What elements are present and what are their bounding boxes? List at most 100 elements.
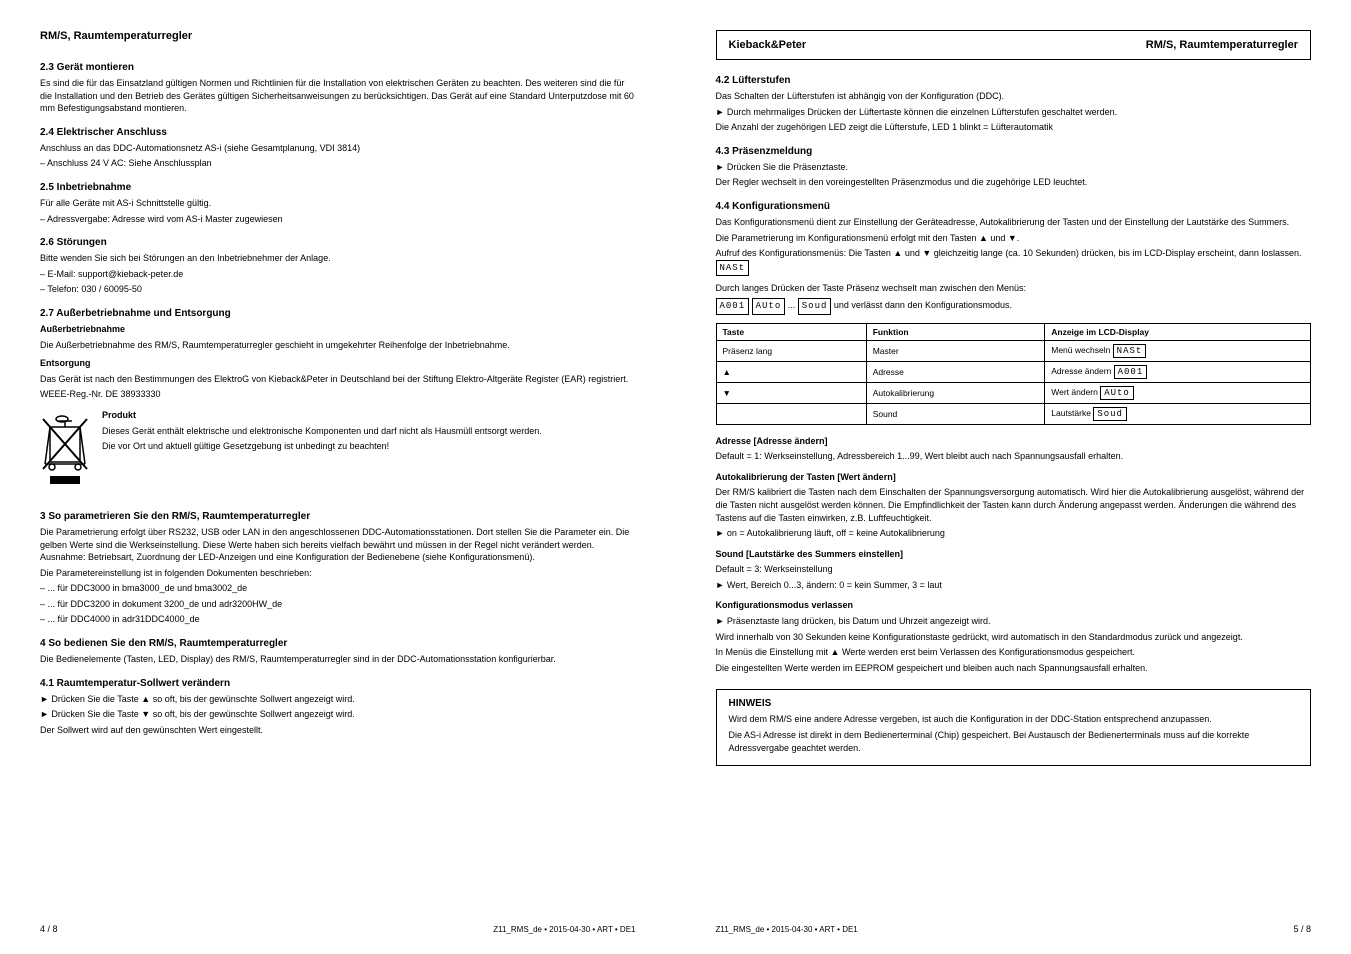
cell-taste: [716, 403, 866, 424]
sound-text2: ► Wert, Bereich 0...3, ändern: 0 = kein …: [716, 579, 1312, 592]
product-text-block: Produkt Dieses Gerät enthält elektrische…: [102, 409, 542, 491]
section-electrical-line1: Anschluss an das DDC-Automationsnetz AS-…: [40, 142, 636, 155]
disposal-text-b: WEEE-Reg.-Nr. DE 38933330: [40, 388, 636, 401]
setpoint-bullet-1: ► Drücken Sie die Taste ▼ so oft, bis de…: [40, 708, 636, 721]
exit-text1: ► Präsenztaste lang drücken, bis Datum u…: [716, 615, 1312, 628]
disposal-subtitle: Entsorgung: [40, 357, 636, 370]
section-operate-title: 4 So bedienen Sie den RM/S, Raumtemperat…: [40, 638, 636, 649]
weee-icon: [40, 409, 90, 491]
config-text3: Aufruf des Konfigurationsmenüs: Die Tast…: [716, 248, 1302, 258]
section-commission-line1: Für alle Geräte mit AS-i Schnittstelle g…: [40, 197, 636, 210]
addr-text: Default = 1: Werkseinstellung, Adressber…: [716, 450, 1312, 463]
presence-bullet-1: Der Regler wechselt in den voreingestell…: [716, 176, 1312, 189]
note-line1: Wird dem RM/S eine andere Adresse vergeb…: [729, 713, 1299, 726]
exit-text3: In Menüs die Einstellung mit ▲ Werte wer…: [716, 646, 1312, 659]
fan-bullet-0: ► Durch mehrmaliges Drücken der Lüfterta…: [716, 106, 1312, 119]
table-row: ▼ Autokalibrierung Wert ändern AUto: [716, 382, 1311, 403]
section-electrical-title: 2.4 Elektrischer Anschluss: [40, 127, 636, 138]
disposal-product-section: Produkt Dieses Gerät enthält elektrische…: [40, 409, 636, 491]
table-row: Sound Lautstärke Soud: [716, 403, 1311, 424]
param-bullet-2: – ... für DDC4000 in adr31DDC4000_de: [40, 613, 636, 626]
left-header: RM/S, Raumtemperaturregler: [40, 30, 636, 42]
cell-funktion: Adresse: [866, 361, 1045, 382]
section-fault-title: 2.6 Störungen: [40, 237, 636, 248]
param-bullet-1: – ... für DDC3200 in dokument 3200_de un…: [40, 598, 636, 611]
auto-display-icon: AUto: [1100, 386, 1134, 400]
right-page: Kieback&Peter RM/S, Raumtemperaturregler…: [676, 0, 1351, 954]
a001-display-icon: A001: [1114, 365, 1148, 379]
right-doc-ref: Z11_RMS_de • 2015-04-30 • ART • DE1: [716, 925, 858, 934]
section-config-title: 4.4 Konfigurationsmenü: [716, 201, 1312, 212]
exit-text2: Wird innerhalb von 30 Sekunden keine Kon…: [716, 631, 1312, 644]
section-electrical-line2: – Anschluss 24 V AC: Siehe Anschlussplan: [40, 157, 636, 170]
note-line2: Die AS-i Adresse ist direkt in dem Bedie…: [729, 729, 1299, 754]
section-param-text2: Die Parametereinstellung ist in folgende…: [40, 567, 636, 580]
product-text-b: Die vor Ort und aktuell gültige Gesetzge…: [102, 440, 542, 453]
fan-bullet-1: Die Anzahl der zugehörigen LED zeigt die…: [716, 121, 1312, 134]
th-anzeige: Anzeige im LCD-Display: [1045, 323, 1311, 340]
cell-anzeige: Adresse ändern A001: [1045, 361, 1311, 382]
display-row: A001 AUto ... Soud und verlässt dann den…: [716, 298, 1312, 315]
decom-subtitle: Außerbetriebnahme: [40, 323, 636, 336]
setpoint-bullet-0: ► Drücken Sie die Taste ▲ so oft, bis de…: [40, 693, 636, 706]
section-fault-line1: Bitte wenden Sie sich bei Störungen an d…: [40, 252, 636, 265]
sound-subtitle: Sound [Lautstärke des Summers einstellen…: [716, 548, 1312, 561]
right-header-box: Kieback&Peter RM/S, Raumtemperaturregler: [716, 30, 1312, 60]
cell-funktion: Autokalibrierung: [866, 382, 1045, 403]
cell-anzeige: Wert ändern AUto: [1045, 382, 1311, 403]
left-page-number: 4 / 8: [40, 924, 58, 934]
cell-anzeige: Lautstärke Soud: [1045, 403, 1311, 424]
display-a001-icon: A001: [716, 298, 750, 315]
section-disposal-title: 2.7 Außerbetriebnahme und Entsorgung: [40, 308, 636, 319]
section-param-title: 3 So parametrieren Sie den RM/S, Raumtem…: [40, 511, 636, 522]
product-subtitle: Produkt: [102, 409, 542, 422]
cell-taste: ▲: [716, 361, 866, 382]
config-text4-wrap: Durch langes Drücken der Taste Präsenz w…: [716, 282, 1312, 295]
section-fault-line3: – Telefon: 030 / 60095-50: [40, 283, 636, 296]
left-page: RM/S, Raumtemperaturregler 2.3 Gerät mon…: [0, 0, 676, 954]
soud-display-icon: Soud: [1093, 407, 1127, 421]
mast-display-icon: NASt: [716, 260, 750, 277]
cell-taste: ▼: [716, 382, 866, 403]
exit-subtitle: Konfigurationsmodus verlassen: [716, 599, 1312, 612]
autocal-text1: Der RM/S kalibriert die Tasten nach dem …: [716, 486, 1312, 524]
section-setpoint-title: 4.1 Raumtemperatur-Sollwert verändern: [40, 678, 636, 689]
config-text5: und verlässt dann den Konfigurationsmodu…: [834, 300, 1012, 310]
section-fan-title: 4.2 Lüfterstufen: [716, 75, 1312, 86]
cell-funktion: Sound: [866, 403, 1045, 424]
setpoint-bullet-2: Der Sollwert wird auf den gewünschten We…: [40, 724, 636, 737]
section-operate-text: Die Bedienelemente (Tasten, LED, Display…: [40, 653, 636, 666]
th-funktion: Funktion: [866, 323, 1045, 340]
config-text2: Die Parametrierung im Konfigurationsmenü…: [716, 232, 1312, 245]
autocal-subtitle: Autokalibrierung der Tasten [Wert ändern…: [716, 471, 1312, 484]
note-box: HINWEIS Wird dem RM/S eine andere Adress…: [716, 689, 1312, 766]
param-bullet-0: – ... für DDC3000 in bma3000_de und bma3…: [40, 582, 636, 595]
decom-text: Die Außerbetriebnahme des RM/S, Raumtemp…: [40, 339, 636, 352]
cell-anzeige: Menü wechseln NASt: [1045, 340, 1311, 361]
product-text-a: Dieses Gerät enthält elektrische und ele…: [102, 425, 542, 438]
mast-display-icon: NASt: [1113, 344, 1147, 358]
table-header-row: Taste Funktion Anzeige im LCD-Display: [716, 323, 1311, 340]
section-commission-title: 2.5 Inbetriebnahme: [40, 182, 636, 193]
th-taste: Taste: [716, 323, 866, 340]
addr-subtitle: Adresse [Adresse ändern]: [716, 435, 1312, 448]
sound-text1: Default = 3: Werkseinstellung: [716, 563, 1312, 576]
section-mount-title: 2.3 Gerät montieren: [40, 62, 636, 73]
section-fault-line2: – E-Mail: support@kieback-peter.de: [40, 268, 636, 281]
right-page-number: 5 / 8: [1293, 924, 1311, 934]
section-fan-text: Das Schalten der Lüfterstufen ist abhäng…: [716, 90, 1312, 103]
table-row: ▲ Adresse Adresse ändern A001: [716, 361, 1311, 382]
display-auto-icon: AUto: [752, 298, 786, 315]
cell-taste: Präsenz lang: [716, 340, 866, 361]
config-text4: Durch langes Drücken der Taste Präsenz w…: [716, 283, 1027, 293]
section-param-text1: Die Parametrierung erfolgt über RS232, U…: [40, 526, 636, 564]
disposal-text-a: Das Gerät ist nach den Bestimmungen des …: [40, 373, 636, 386]
cell-funktion: Master: [866, 340, 1045, 361]
right-header-brand: Kieback&Peter: [729, 39, 807, 51]
note-title: HINWEIS: [729, 698, 1299, 709]
table-row: Präsenz lang Master Menü wechseln NASt: [716, 340, 1311, 361]
exit-text4: Die eingestellten Werte werden im EEPROM…: [716, 662, 1312, 675]
display-soud-icon: Soud: [798, 298, 832, 315]
presence-bullet-0: ► Drücken Sie die Präsenztaste.: [716, 161, 1312, 174]
autocal-text2: ► on = Autokalibrierung läuft, off = kei…: [716, 527, 1312, 540]
